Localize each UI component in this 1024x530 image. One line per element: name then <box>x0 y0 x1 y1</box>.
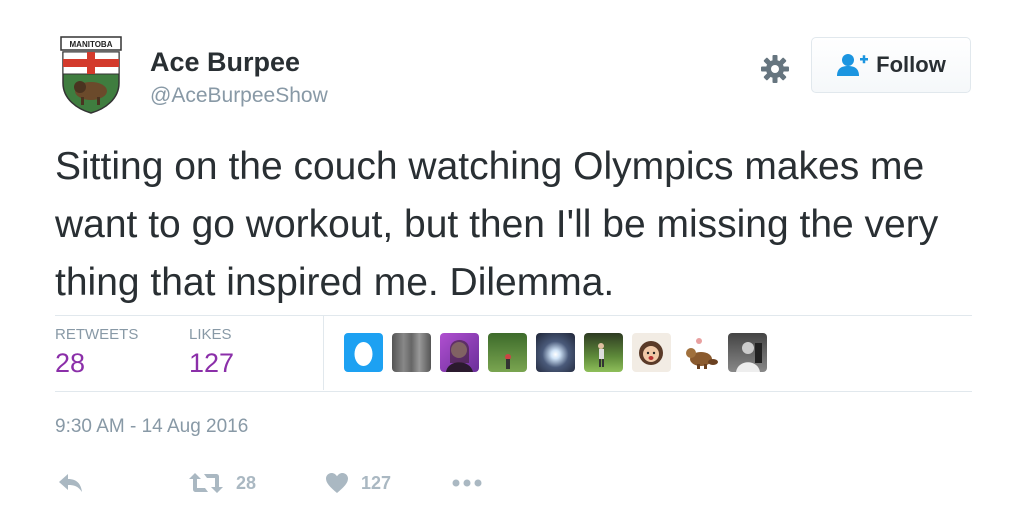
liker-avatar[interactable] <box>632 333 671 372</box>
tweet-text: Sitting on the couch watching Olympics m… <box>55 145 939 304</box>
liker-avatars <box>344 333 776 372</box>
add-user-icon <box>837 54 869 76</box>
display-name[interactable]: Ace Burpee <box>150 47 300 78</box>
reply-icon <box>59 474 82 492</box>
avatar-text: MANITOBA <box>70 40 113 49</box>
like-count: 127 <box>361 472 392 493</box>
retweets-count[interactable]: 28 <box>55 348 85 379</box>
manitoba-shield-logo: MANITOBA <box>60 36 122 114</box>
liker-avatar[interactable] <box>488 333 527 372</box>
retweets-label[interactable]: RETWEETS <box>55 326 138 343</box>
liker-avatar[interactable] <box>680 333 719 372</box>
tweet-timestamp[interactable]: 9:30 AM - 14 Aug 2016 <box>55 416 248 438</box>
more-icon <box>452 479 482 487</box>
retweet-icon <box>189 473 223 493</box>
likes-label[interactable]: LIKES <box>189 326 232 343</box>
user-handle[interactable]: @AceBurpeeShow <box>150 84 328 108</box>
like-button[interactable]: 127 <box>325 466 391 500</box>
heart-icon <box>326 473 348 493</box>
more-button[interactable] <box>451 466 483 500</box>
liker-avatar[interactable] <box>392 333 431 372</box>
follow-button[interactable]: Follow <box>811 37 971 93</box>
follow-button-label: Follow <box>876 52 946 77</box>
divider-top <box>55 315 972 316</box>
stats-divider <box>323 316 324 390</box>
retweet-count: 28 <box>236 472 257 493</box>
liker-avatar[interactable] <box>584 333 623 372</box>
avatar[interactable]: MANITOBA <box>55 35 127 115</box>
liker-avatar[interactable] <box>536 333 575 372</box>
divider-bottom <box>55 391 972 392</box>
likes-count[interactable]: 127 <box>189 348 234 379</box>
liker-avatar[interactable] <box>440 333 479 372</box>
liker-avatar[interactable] <box>728 333 767 372</box>
retweet-button[interactable]: 28 <box>188 466 256 500</box>
liker-avatar-egg[interactable] <box>344 333 383 372</box>
gear-icon[interactable] <box>759 53 791 85</box>
reply-button[interactable] <box>58 466 84 500</box>
